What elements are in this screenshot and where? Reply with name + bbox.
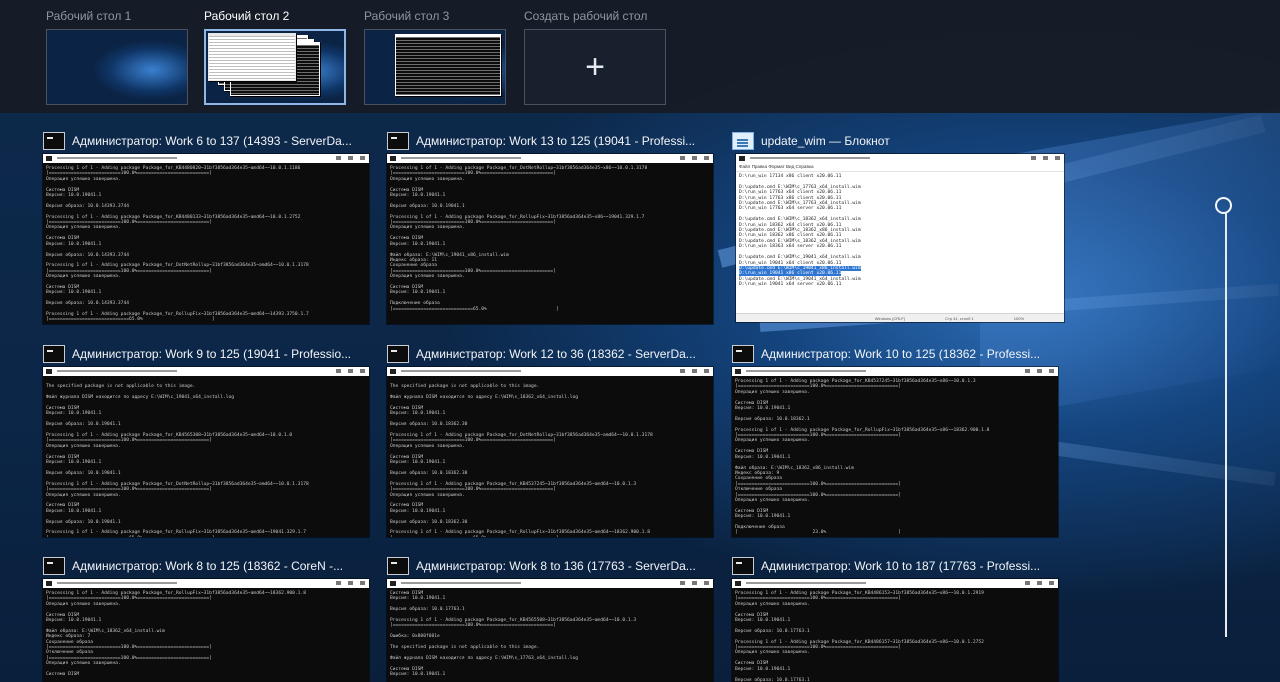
scrollbar-track[interactable] (1225, 213, 1227, 637)
console-output: Система DISM Версия: 10.0.19041.1 Версия… (390, 591, 637, 678)
console-output: The specified package is not applicable … (390, 384, 653, 537)
console-output: Processing 1 of 1 - Adding package Packa… (46, 591, 306, 678)
cmd-icon (732, 345, 754, 363)
window-thumbnail[interactable]: Processing 1 of 1 - Adding package Packa… (732, 579, 1058, 682)
window-thumbnail[interactable]: The specified package is not applicable … (387, 367, 713, 537)
notepad-line: D:\run_win 17763 x86 client x20.06.11 (739, 195, 842, 201)
window-thumbnail[interactable]: Processing 1 of 1 - Adding package Packa… (43, 154, 369, 324)
status-position: Стр 41, столб 1 (945, 315, 974, 321)
window-thumbnail[interactable]: Processing 1 of 1 - Adding package Packa… (387, 154, 713, 324)
cmd-icon (732, 557, 754, 575)
window-title: Администратор: Work 8 to 136 (17763 - Se… (416, 559, 696, 573)
notepad-line: D:\update.cmd E:\WIM\c_18362_x64_install… (739, 217, 861, 223)
desktop-2-thumbnail[interactable] (204, 29, 346, 105)
notepad-text: D:\run_win 17134 x86 client x20.06.11 D:… (736, 172, 1064, 314)
notepad-line: D:\run_win 17763 x64 server x20.06.11 (739, 206, 842, 212)
desktop-3-label: Рабочий стол 3 (364, 9, 450, 23)
status-encoding: Windows (CRLF) (874, 315, 906, 321)
window-thumbnail[interactable]: Система DISM Версия: 10.0.19041.1 Версия… (387, 579, 713, 682)
cmd-icon (43, 557, 65, 575)
notepad-line: D:\run_win 18362 x86 client x20.06.11 (739, 233, 842, 239)
window-thumbnail[interactable]: The specified package is not applicable … (43, 367, 369, 537)
new-desktop-label: Создать рабочий стол (524, 9, 648, 23)
window-title: Администратор: Work 10 to 187 (17763 - P… (761, 559, 1041, 573)
notepad-line: D:\run_win 19041 x86 client x20.06.11 (739, 271, 842, 277)
cmd-icon (387, 557, 409, 575)
console-output: Processing 1 of 1 - Adding package Packa… (46, 166, 309, 323)
window-thumbnail[interactable]: Processing 1 of 1 - Adding package Packa… (732, 367, 1058, 537)
desktop-1-thumbnail[interactable] (46, 29, 188, 105)
console-output: The specified package is not applicable … (46, 384, 309, 537)
console-output: Processing 1 of 1 - Adding package Packa… (390, 166, 648, 312)
window-title: Администратор: Work 12 to 36 (18362 - Se… (416, 347, 696, 361)
scrollbar-thumb[interactable] (1215, 197, 1232, 214)
cmd-icon (43, 345, 65, 363)
notepad-line: D:\run_win 18362 x64 client x20.06.11 (739, 222, 842, 228)
desktop-2-label: Рабочий стол 2 (204, 9, 290, 23)
status-zoom: 100% (1013, 315, 1024, 321)
window-title: Администратор: Work 6 to 137 (14393 - Se… (72, 134, 352, 148)
window-thumbnail[interactable]: Файл Правка Формат Вид Справка D:\run_wi… (736, 154, 1064, 322)
window-thumbnail[interactable]: Processing 1 of 1 - Adding package Packa… (43, 579, 369, 682)
cmd-icon (43, 132, 65, 150)
notepad-line: D:\run_win 19041 x64 server x20.06.11 (739, 282, 842, 288)
notepad-line: D:\update.cmd E:\WIM\c_19041_x64_install… (739, 255, 861, 261)
cmd-icon (387, 132, 409, 150)
console-output: Processing 1 of 1 - Adding package Packa… (735, 591, 984, 682)
window-title: Администратор: Work 9 to 125 (19041 - Pr… (72, 347, 352, 361)
notepad-line: D:\run_win 18363 x64 server x20.06.11 (739, 244, 842, 250)
desktop-1-label: Рабочий стол 1 (46, 9, 132, 23)
window-title: update_wim — Блокнот (761, 134, 890, 148)
window-title: Администратор: Work 8 to 125 (18362 - Co… (72, 559, 344, 573)
notepad-menu: Файл Правка Формат Вид Справка (736, 163, 1064, 172)
window-title: Администратор: Work 10 to 125 (18362 - P… (761, 347, 1041, 361)
cmd-icon (387, 345, 409, 363)
new-desktop-button[interactable]: + (524, 29, 666, 105)
plus-icon: + (585, 48, 605, 86)
notepad-line: D:\run_win 19041 x64 client x20.06.11 (739, 260, 842, 266)
desktop-3-thumbnail[interactable] (364, 29, 506, 105)
console-output: Processing 1 of 1 - Adding package Packa… (735, 379, 990, 536)
notepad-line: D:\run_win 17134 x86 client x20.06.11 (739, 174, 842, 179)
notepad-icon (732, 132, 754, 150)
notepad-line: D:\run_win 17763 x64 client x20.06.11 (739, 190, 842, 196)
notepad-line: D:\update.cmd E:\WIM\s_19041_x64_install… (739, 276, 861, 282)
window-title: Администратор: Work 13 to 125 (19041 - P… (416, 134, 696, 148)
notepad-statusbar: Windows (CRLF) Стр 41, столб 1 100% (736, 313, 1064, 322)
virtual-desktops-bar: Рабочий стол 1 Рабочий стол 2 Рабочий ст… (0, 0, 1280, 113)
